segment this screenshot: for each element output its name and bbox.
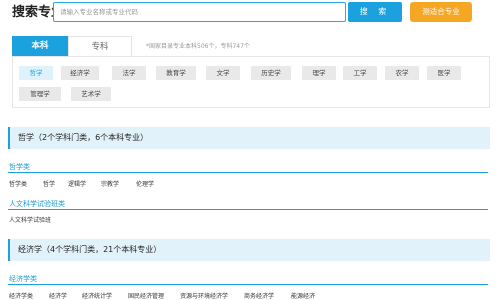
major-count-note: *国家目录专业本科506个，专科747个 [146,43,250,50]
subcategory-divider [8,209,488,210]
section-header-philosophy: 哲学（2个学科门类，6个本科专业） [8,127,490,149]
category-chip-economics[interactable]: 经济学 [61,66,99,80]
major-link[interactable]: 能源经济 [291,291,315,300]
category-chip-medicine[interactable]: 医学 [427,66,461,80]
category-panel: 哲学 经济学 法学 教育学 文学 历史学 理学 工学 农学 医学 管理学 艺术学 [12,56,490,108]
subcategory-title[interactable]: 经济学类 [9,274,37,284]
match-major-button[interactable]: 测适合专业 [410,2,472,22]
search-input[interactable]: 请输入专业名称或专业代码 [53,2,346,22]
major-link[interactable]: 资源与环境经济学 [180,291,228,300]
major-link[interactable]: 国民经济管理 [128,291,164,300]
tab-undergraduate[interactable]: 本科 [12,36,68,56]
major-link[interactable]: 伦理学 [136,179,154,188]
search-bar: 搜索专业 请输入专业名称或专业代码 搜 索 测适合专业 [0,0,500,30]
degree-tabs: 本科 专科 *国家目录专业本科506个，专科747个 [12,36,490,56]
category-chip-engineering[interactable]: 工学 [343,66,377,80]
subcategory-title[interactable]: 哲学类 [9,162,30,172]
major-link[interactable]: 哲学类 [9,179,27,188]
category-chip-literature[interactable]: 文学 [206,66,240,80]
section-header-economics: 经济学（4个学科门类，21个本科专业） [8,239,490,261]
major-link[interactable]: 宗教学 [101,179,119,188]
category-chip-history[interactable]: 历史学 [251,66,291,80]
tab-junior-college[interactable]: 专科 [68,36,132,56]
category-chip-management[interactable]: 管理学 [19,87,61,101]
major-link[interactable]: 商务经济学 [244,291,274,300]
category-chip-science[interactable]: 理学 [302,66,336,80]
major-link[interactable]: 哲学 [43,179,55,188]
search-button[interactable]: 搜 索 [348,2,402,22]
category-chip-philosophy[interactable]: 哲学 [19,66,53,80]
subcategory-divider [8,284,488,285]
subcategory-divider [8,172,488,173]
major-link[interactable]: 经济学 [49,291,67,300]
major-link[interactable]: 经济统计学 [82,291,112,300]
major-link[interactable]: 经济学类 [9,291,33,300]
major-link[interactable]: 逻辑学 [68,179,86,188]
category-chip-education[interactable]: 教育学 [156,66,196,80]
subcategory-title[interactable]: 人文科学试验班类 [9,199,65,209]
category-chip-agriculture[interactable]: 农学 [385,66,419,80]
category-chip-art[interactable]: 艺术学 [71,87,111,101]
category-chip-law[interactable]: 法学 [112,66,146,80]
major-link[interactable]: 人文科学试验班 [9,215,51,224]
